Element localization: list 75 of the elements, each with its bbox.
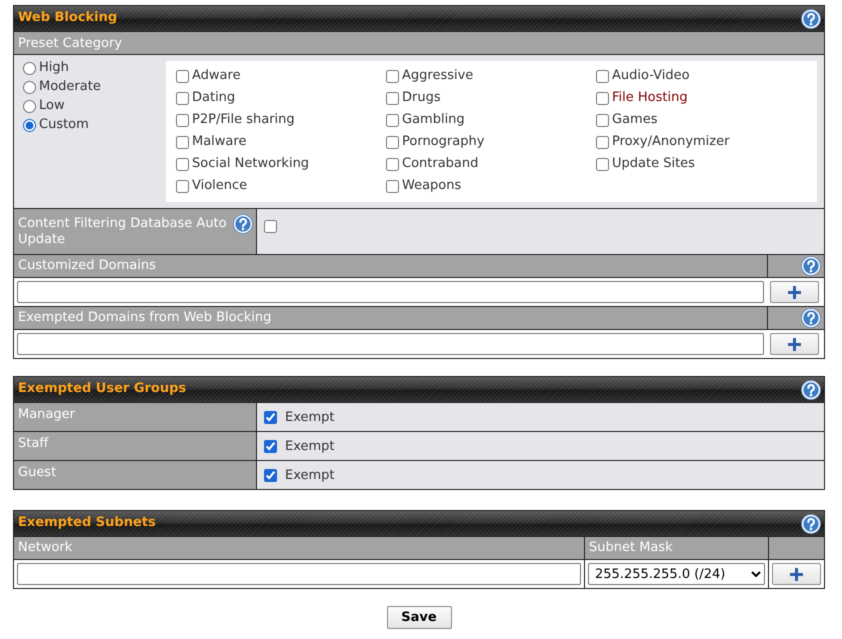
help-icon[interactable]: [801, 380, 821, 400]
domains-heading: Exempted Domains from Web Blocking: [17, 309, 272, 327]
category-checkbox[interactable]: [176, 92, 189, 104]
category-label: Drugs: [402, 90, 441, 106]
column-heading: Network: [14, 537, 585, 559]
group-name: Guest: [14, 461, 257, 489]
category-label: Games: [612, 112, 658, 128]
exempt-label: Exempt: [285, 410, 335, 426]
category-label: Gambling: [402, 112, 465, 128]
network-input-field[interactable]: [17, 563, 581, 585]
subnet-mask-select[interactable]: 255.255.255.0 (/24): [588, 563, 765, 585]
category-label: Violence: [192, 178, 248, 194]
category-label: P2P/File sharing: [192, 112, 295, 128]
exempt-label: Exempt: [285, 438, 335, 456]
category-label: Pornography: [402, 134, 484, 150]
category-label: Update Sites: [612, 156, 695, 172]
preset-radio[interactable]: [23, 81, 36, 94]
domains-heading: Customized Domains: [17, 257, 157, 275]
category-checkbox[interactable]: [596, 136, 609, 148]
category-label: File Hosting: [612, 90, 688, 106]
exempt-checkbox[interactable]: [264, 468, 277, 482]
category-checkbox[interactable]: [176, 136, 189, 148]
add-button[interactable]: [770, 281, 819, 303]
plus-icon: [788, 286, 801, 298]
preset-label: Moderate: [39, 79, 101, 96]
section-title: Exempted User Groups: [18, 381, 186, 398]
category-checkbox[interactable]: [386, 114, 399, 126]
category-checkbox[interactable]: [386, 180, 399, 192]
category-label: Audio-Video: [612, 68, 690, 84]
category-checkbox[interactable]: [386, 158, 399, 170]
section-title: Web Blocking: [18, 10, 118, 27]
column-heading: Subnet Mask: [585, 537, 769, 559]
add-button[interactable]: [770, 333, 819, 355]
preset-label: Low: [39, 98, 65, 115]
category-checkbox[interactable]: [176, 158, 189, 170]
exempt-checkbox[interactable]: [264, 410, 277, 424]
category-label: Proxy/Anonymizer: [612, 134, 730, 150]
exempt-checkbox[interactable]: [264, 440, 277, 452]
category-label: Malware: [192, 134, 246, 150]
category-checkbox[interactable]: [176, 180, 189, 192]
category-checkbox[interactable]: [176, 70, 189, 82]
category-label: Weapons: [402, 178, 462, 194]
auto-update-checkbox[interactable]: [264, 220, 277, 233]
preset-radio[interactable]: [23, 100, 36, 113]
preset-label: Custom: [39, 117, 89, 134]
auto-update-label: Content Filtering Database Auto Update: [18, 215, 228, 248]
category-checkbox[interactable]: [176, 114, 189, 126]
category-label: Adware: [192, 68, 241, 84]
preset-label: High: [39, 60, 69, 77]
plus-icon: [790, 568, 803, 580]
domain-input-field[interactable]: [17, 281, 764, 303]
category-checkbox[interactable]: [596, 92, 609, 104]
section-title: Exempted Subnets: [18, 515, 156, 532]
preset-category-heading: Preset Category: [14, 31, 824, 54]
help-icon[interactable]: [801, 8, 821, 28]
group-name: Staff: [14, 432, 257, 460]
category-checkbox[interactable]: [596, 158, 609, 170]
category-checkbox[interactable]: [596, 70, 609, 82]
add-button[interactable]: [772, 563, 821, 585]
group-name: Manager: [14, 403, 257, 431]
category-label: Contraband: [402, 156, 478, 172]
plus-icon: [788, 338, 801, 350]
help-icon[interactable]: [801, 514, 821, 534]
preset-radio[interactable]: [23, 119, 36, 132]
category-label: Aggressive: [402, 68, 474, 84]
category-checkbox[interactable]: [386, 70, 399, 82]
category-checkbox[interactable]: [596, 114, 609, 126]
save-button[interactable]: Save: [386, 606, 452, 629]
domain-input-field[interactable]: [17, 333, 764, 355]
category-label: Social Networking: [192, 156, 310, 172]
category-checkbox[interactable]: [386, 92, 399, 104]
category-label: Dating: [192, 90, 236, 106]
category-checkbox[interactable]: [386, 136, 399, 148]
exempt-label: Exempt: [285, 468, 335, 484]
preset-radio[interactable]: [23, 62, 36, 75]
